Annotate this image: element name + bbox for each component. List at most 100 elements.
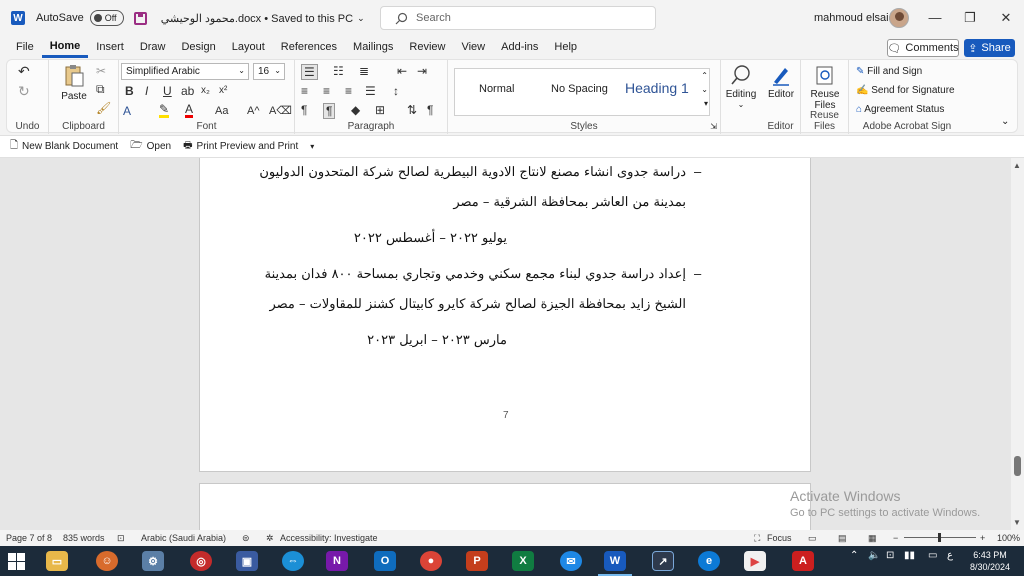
speaker-icon[interactable]: 🔈 <box>868 550 880 561</box>
app-icon[interactable]: ⚙ <box>142 551 164 571</box>
windows-start-icon[interactable] <box>8 553 25 570</box>
system-clock[interactable]: 6:43 PM 8/30/2024 <box>962 549 1018 573</box>
paste-button[interactable]: Paste <box>59 64 89 102</box>
outlook-icon[interactable]: O <box>374 551 396 571</box>
editor-button[interactable]: Editor <box>761 64 801 100</box>
focus-icon[interactable]: ⛶ <box>754 533 760 544</box>
redo-icon[interactable]: ↻ <box>18 84 30 98</box>
comments-button[interactable]: 🗨 Comments <box>887 39 959 57</box>
align-left-icon[interactable]: ≡ <box>301 84 308 98</box>
accessibility-status[interactable]: Accessibility: Investigate <box>280 533 378 543</box>
zoom-in-button[interactable]: + <box>980 533 985 543</box>
font-size-select[interactable]: 16 ⌄ <box>253 63 285 80</box>
close-button[interactable]: ✕ <box>991 8 1021 28</box>
onenote-icon[interactable]: N <box>326 551 348 571</box>
align-center-icon[interactable]: ≡ <box>323 84 330 98</box>
send-for-signature-button[interactable]: ✍ Send for Signature <box>856 85 955 96</box>
tab-draw[interactable]: Draw <box>132 36 174 58</box>
zoom-out-button[interactable]: − <box>893 533 898 543</box>
font-color-icon[interactable]: A <box>185 103 194 118</box>
bold-icon[interactable]: B <box>125 84 134 98</box>
paragraph-line[interactable]: بمدينة من العاشر بمحافظة الشرقية – مصر <box>453 195 686 210</box>
new-blank-document-button[interactable]: 🗋 New Blank Document <box>10 138 118 155</box>
search-input[interactable]: Search <box>380 6 656 30</box>
style-no-spacing[interactable]: No Spacing <box>551 83 608 95</box>
minimize-button[interactable]: — <box>920 8 950 28</box>
copy-icon[interactable]: ⧉ <box>96 82 105 96</box>
next-page[interactable] <box>199 483 811 530</box>
file-explorer-icon[interactable]: ▭ <box>46 551 68 571</box>
tab-add-ins[interactable]: Add-ins <box>493 36 546 58</box>
web-layout-icon[interactable]: ▦ <box>868 533 877 544</box>
sort-icon[interactable]: ⇅ <box>407 103 417 117</box>
paragraph-date[interactable]: يوليو ٢٠٢٢ – أغسطس ٢٠٢٢ <box>354 231 507 246</box>
tab-view[interactable]: View <box>453 36 493 58</box>
open-button[interactable]: 🗁 Open <box>130 138 171 155</box>
style-normal[interactable]: Normal <box>479 83 514 95</box>
proofing-icon[interactable]: ⊡ <box>117 533 125 544</box>
cut-icon[interactable]: ✂ <box>96 64 106 78</box>
collapse-ribbon-icon[interactable]: ⌄ <box>1001 116 1009 127</box>
show-formatting-icon[interactable]: ¶ <box>427 103 433 117</box>
increase-indent-icon[interactable]: ⇥ <box>417 64 427 78</box>
tab-design[interactable]: Design <box>173 36 223 58</box>
tab-help[interactable]: Help <box>546 36 585 58</box>
save-icon[interactable] <box>133 11 147 25</box>
multilevel-list-icon[interactable]: ≣ <box>359 64 369 78</box>
teamviewer-icon[interactable]: ⇔ <box>282 551 304 571</box>
acrobat-icon[interactable]: A <box>792 551 814 571</box>
tab-mailings[interactable]: Mailings <box>345 36 401 58</box>
excel-icon[interactable]: X <box>512 551 534 571</box>
avatar[interactable] <box>889 8 909 28</box>
document-page[interactable]: – دراسة جدوى انشاء مصنع لانتاج الادوية ا… <box>199 158 811 472</box>
tab-review[interactable]: Review <box>401 36 453 58</box>
tab-layout[interactable]: Layout <box>224 36 273 58</box>
edge-icon[interactable]: e <box>698 551 720 571</box>
subscript-icon[interactable]: x₂ <box>201 84 210 98</box>
align-right-icon[interactable]: ≡ <box>345 84 352 98</box>
chrome-icon[interactable]: ● <box>420 551 442 571</box>
agreement-status-button[interactable]: ⌂ Agreement Status <box>856 104 944 115</box>
paragraph-line[interactable]: إعداد دراسة جدوي لبناء مجمع سكني وخدمي و… <box>265 267 686 282</box>
decrease-indent-icon[interactable]: ⇤ <box>397 64 407 78</box>
grow-font-icon[interactable]: A^ <box>247 104 260 118</box>
app-icon[interactable]: ▣ <box>236 551 258 571</box>
text-predictions-icon[interactable]: ⊜ <box>242 533 250 544</box>
fill-and-sign-button[interactable]: ✎ Fill and Sign <box>856 66 922 77</box>
strikethrough-icon[interactable]: ab <box>181 84 194 98</box>
tab-file[interactable]: File <box>8 36 42 58</box>
more-styles-icon[interactable]: ▾ <box>704 99 708 108</box>
tab-home[interactable]: Home <box>41 36 89 58</box>
paragraph-line[interactable]: الشيخ زايد بمحافظة الجيزة لصالح شركة كاي… <box>269 297 686 312</box>
tab-insert[interactable]: Insert <box>88 36 132 58</box>
restore-button[interactable]: ❐ <box>955 8 985 28</box>
chevron-up-icon[interactable]: ⌃ <box>850 550 858 561</box>
vertical-scrollbar[interactable]: ▲ ▼ <box>1011 158 1024 530</box>
read-mode-icon[interactable]: ▭ <box>808 533 817 544</box>
editing-button[interactable]: Editing ⌄ <box>721 64 761 109</box>
wifi-icon[interactable]: ▮▮ <box>904 550 915 561</box>
chevron-up-icon[interactable]: ⌃ <box>701 71 708 80</box>
zoom-level[interactable]: 100% <box>997 533 1020 543</box>
input-language[interactable]: ع <box>947 550 953 561</box>
undo-icon[interactable]: ↶ <box>18 64 30 78</box>
media-player-icon[interactable]: ▶ <box>744 551 766 571</box>
share-button[interactable]: ⇪ Share <box>964 39 1015 57</box>
line-spacing-icon[interactable]: ↕ <box>393 84 399 98</box>
superscript-icon[interactable]: x² <box>219 84 227 98</box>
tab-references[interactable]: References <box>273 36 345 58</box>
customize-toolbar-icon[interactable]: ▾ <box>310 142 314 151</box>
justify-icon[interactable]: ☰ <box>365 84 376 98</box>
highlight-icon[interactable]: ✎ <box>159 103 170 118</box>
print-layout-icon[interactable]: ▤ <box>838 533 847 544</box>
bullets-icon[interactable]: ☰ <box>301 64 318 80</box>
word-icon[interactable]: W <box>604 551 626 571</box>
language-indicator[interactable]: Arabic (Saudi Arabia) <box>141 533 226 543</box>
app-icon[interactable]: ☺ <box>96 551 118 571</box>
zoom-slider-thumb[interactable] <box>938 533 941 542</box>
borders-icon[interactable]: ⊞ <box>375 103 385 117</box>
clear-formatting-icon[interactable]: A⌫ <box>269 104 292 118</box>
page-count[interactable]: Page 7 of 8 <box>6 533 52 543</box>
text-effects-icon[interactable]: A <box>123 104 131 118</box>
network-icon[interactable]: ⊡ <box>886 550 894 561</box>
